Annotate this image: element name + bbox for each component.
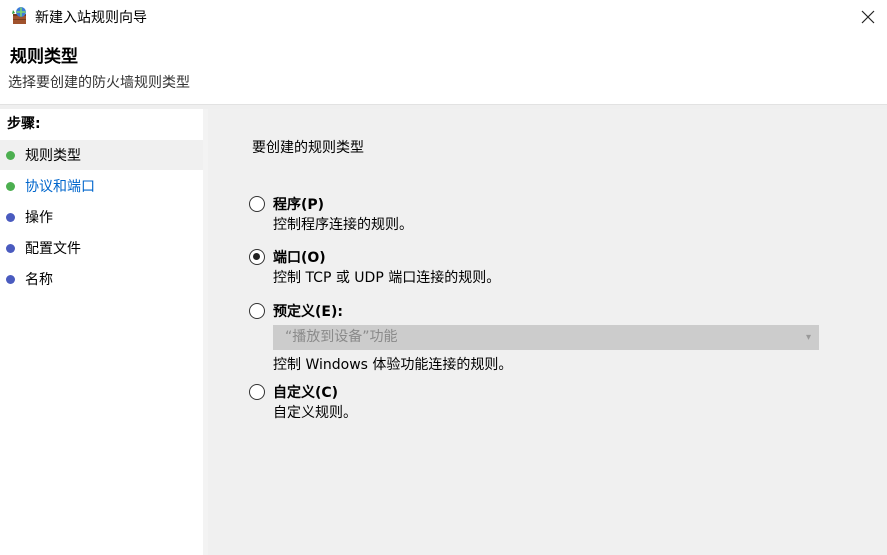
step-status-icon: [6, 181, 15, 191]
steps-sidebar: 步骤: 规则类型 协议和端口 操作 配置文件 名称: [0, 109, 207, 555]
steps-heading: 步骤:: [7, 116, 41, 132]
sidebar-item-protocol-ports[interactable]: 协议和端口: [0, 171, 203, 201]
sidebar-item-label: 配置文件: [25, 241, 81, 257]
step-status-icon: [6, 243, 15, 253]
sidebar-item-name: 名称: [0, 264, 203, 294]
close-button[interactable]: [849, 0, 887, 34]
page-title: 规则类型: [10, 47, 78, 67]
option-description: 控制程序连接的规则。: [273, 217, 413, 233]
firewall-wizard-icon: [12, 7, 26, 24]
rule-type-question: 要创建的规则类型: [252, 140, 364, 156]
wizard-header: 规则类型 选择要创建的防火墙规则类型: [0, 34, 887, 104]
predefined-select-value: “播放到设备”功能: [285, 329, 398, 345]
sidebar-item-label: 协议和端口: [25, 179, 95, 195]
sidebar-item-rule-type[interactable]: 规则类型: [0, 140, 203, 170]
option-label[interactable]: 端口(O): [273, 247, 326, 267]
option-label[interactable]: 程序(P): [273, 194, 324, 214]
port-radio[interactable]: [249, 249, 265, 265]
predefined-radio[interactable]: [249, 303, 265, 319]
step-status-icon: [6, 150, 15, 160]
page-subtitle: 选择要创建的防火墙规则类型: [8, 75, 190, 91]
option-description: 控制 TCP 或 UDP 端口连接的规则。: [273, 270, 501, 286]
option-description: 控制 Windows 体验功能连接的规则。: [273, 357, 513, 373]
title-bar: 新建入站规则向导: [0, 0, 887, 34]
main-content: 要创建的规则类型 程序(P) 控制程序连接的规则。 端口(O) 控制 TCP 或…: [208, 109, 887, 555]
option-description: 自定义规则。: [273, 405, 357, 421]
step-status-icon: [6, 212, 15, 222]
close-icon: [861, 10, 875, 24]
custom-radio[interactable]: [249, 384, 265, 400]
step-status-icon: [6, 274, 15, 284]
program-radio[interactable]: [249, 196, 265, 212]
window-title: 新建入站规则向导: [35, 10, 147, 26]
option-label[interactable]: 预定义(E):: [273, 301, 343, 321]
sidebar-item-label: 规则类型: [25, 148, 81, 164]
sidebar-item-label: 名称: [25, 272, 53, 288]
predefined-select: “播放到设备”功能 ▾: [273, 325, 819, 350]
sidebar-item-label: 操作: [25, 210, 53, 226]
option-label[interactable]: 自定义(C): [273, 382, 338, 402]
chevron-down-icon: ▾: [805, 332, 811, 343]
sidebar-item-action: 操作: [0, 202, 203, 232]
sidebar-item-profile: 配置文件: [0, 233, 203, 263]
